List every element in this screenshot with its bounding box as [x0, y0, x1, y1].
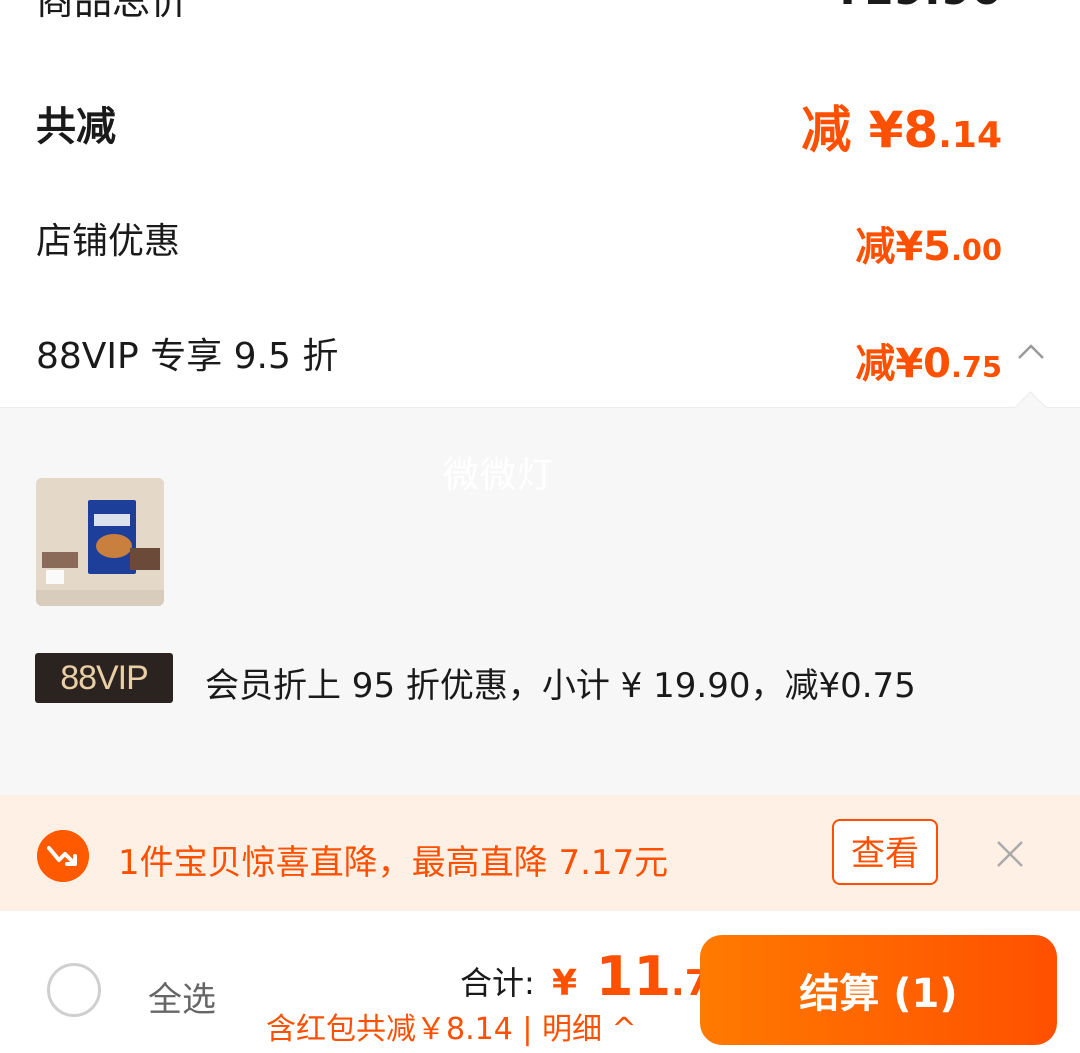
total-discount-dec: .14	[938, 115, 1002, 156]
original-price-row: 商品总价 ¥19.90	[0, 0, 1080, 60]
vip-discount-label: 88VIP 专享 9.5 折	[36, 336, 339, 377]
total-discount-prefix: 减	[801, 101, 852, 159]
vip-discount-value: 减¥0.75	[855, 331, 1002, 389]
discount-detail-link[interactable]: 含红包共减￥8.14 | 明细 ^	[266, 1004, 637, 1048]
vip-discount-row[interactable]: 88VIP 专享 9.5 折 减¥0.75	[0, 325, 1080, 387]
product-thumbnail[interactable]	[36, 478, 164, 606]
shop-discount-row: 店铺优惠 减¥5.00	[0, 210, 1080, 270]
shop-discount-prefix: 减	[855, 224, 896, 270]
vip-discount-dec: .75	[950, 350, 1002, 384]
shop-discount-value: 减¥5.00	[855, 214, 1002, 272]
original-price-value: ¥19.90	[832, 0, 1002, 15]
shop-discount-label: 店铺优惠	[36, 221, 181, 262]
product-image	[36, 478, 164, 606]
price-drop-icon	[37, 830, 89, 882]
total-label: 合计:	[460, 964, 535, 1002]
watermark: 微微灯	[443, 455, 555, 496]
view-button[interactable]: 查看	[832, 819, 938, 885]
select-all-label[interactable]: 全选	[148, 972, 216, 1021]
checkout-button[interactable]: 结算 (1)	[700, 935, 1057, 1045]
vip-discount-prefix: 减	[855, 341, 896, 387]
close-icon[interactable]	[994, 838, 1026, 870]
vip-detail-panel: 微微灯 88VIP 会员折上 95 折优惠，小计 ¥ 19.90，减¥0.75	[0, 391, 1080, 796]
total-discount-label: 共减	[36, 104, 116, 150]
vip-badge: 88VIP	[35, 653, 173, 703]
vip-discount-detail: 会员折上 95 折优惠，小计 ¥ 19.90，减¥0.75	[205, 666, 916, 706]
shop-discount-dec: .00	[950, 233, 1002, 267]
chevron-up-icon[interactable]	[1016, 336, 1046, 366]
vip-discount-int: ¥0	[895, 341, 951, 387]
total-discount-row: 共减 减 ¥8.14	[0, 90, 1080, 160]
select-all-radio[interactable]	[47, 963, 101, 1017]
total-discount-int: ¥8	[868, 101, 939, 159]
total-currency: ¥	[552, 963, 578, 1004]
shop-discount-int: ¥5	[895, 224, 951, 270]
price-drop-text: 1件宝贝惊喜直降，最高直降 7.17元	[118, 843, 669, 883]
total-discount-value: 减 ¥8.14	[801, 90, 1002, 162]
original-price-label: 商品总价	[36, 0, 189, 23]
panel-notch	[1014, 391, 1047, 424]
total-int: 11	[595, 945, 672, 1008]
